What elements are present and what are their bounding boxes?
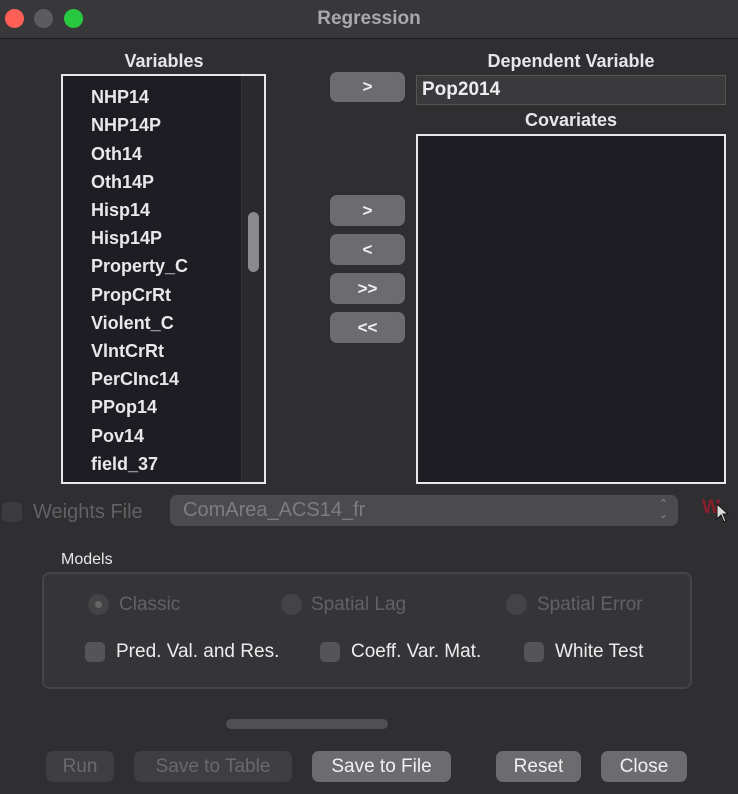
radio-spatial-error-label: Spatial Error [537,594,643,615]
covariates-list[interactable] [416,134,726,484]
select-arrows-icon: ⌃ ⌄ [658,498,668,521]
coeff-var-checkbox[interactable] [320,642,340,662]
save-to-table-button[interactable]: Save to Table [134,751,292,782]
set-dependent-button[interactable]: > [330,72,405,102]
dependent-variable-field[interactable]: Pop2014 [416,75,726,105]
weights-file-value: ComArea_ACS14_fr [183,499,366,521]
mouse-cursor-icon [716,502,730,528]
weights-file-checkbox[interactable] [2,502,22,522]
reset-button[interactable]: Reset [496,751,581,782]
variables-scrollbar[interactable] [241,76,264,482]
variable-list-item[interactable]: Property_C [91,256,188,277]
variable-list-item[interactable]: PPop14 [91,397,157,418]
models-label: Models [61,551,113,568]
dependent-variable-label: Dependent Variable [487,51,655,71]
variables-label: Variables [124,51,204,71]
close-button[interactable]: Close [601,751,687,782]
variable-list-item[interactable]: VlntCrRt [91,341,164,362]
variable-list-item[interactable]: Hisp14 [91,200,150,221]
add-covariate-button[interactable]: > [330,195,405,226]
variable-list-item[interactable]: NHP14 [91,87,149,108]
models-group: Classic Spatial Lag Spatial Error Pred. … [42,572,692,689]
window-title: Regression [317,8,421,29]
save-to-file-button[interactable]: Save to File [312,751,451,782]
radio-spatial-lag[interactable] [281,594,302,615]
radio-spatial-lag-label: Spatial Lag [311,594,407,615]
radio-classic-label: Classic [119,594,181,615]
title-bar: Regression [0,0,738,39]
remove-covariate-button[interactable]: < [330,234,405,265]
variable-list-item[interactable]: Pov14 [91,426,144,447]
variable-list-item[interactable]: Oth14P [91,172,154,193]
variable-list-item[interactable]: PropCrRt [91,285,171,306]
variable-list-item[interactable]: field_37 [91,454,158,475]
radio-spatial-error[interactable] [506,594,527,615]
variable-list-item[interactable]: Oth14 [91,144,142,165]
remove-all-covariates-button[interactable]: << [330,312,405,343]
scrollbar-thumb[interactable] [248,212,259,272]
variable-list-item[interactable]: Hisp14P [91,228,162,249]
variable-list-item[interactable]: NHP14P [91,115,161,136]
variable-list-item[interactable]: Violent_C [91,313,174,334]
variables-list[interactable]: AS14P NHP14 NHP14P Oth14 Oth14P Hisp14 Hisp14P… [61,74,266,484]
pred-val-checkbox[interactable] [85,642,105,662]
progress-bar [226,719,388,729]
pred-val-label: Pred. Val. and Res. [116,641,280,662]
weights-file-select[interactable]: ComArea_ACS14_fr ⌃ ⌄ [170,495,678,526]
white-test-checkbox[interactable] [524,642,544,662]
white-test-label: White Test [555,641,644,662]
covariates-label: Covariates [524,110,618,130]
variable-list-item[interactable]: AS14P [91,76,148,80]
variable-list-item[interactable]: PerCInc14 [91,369,179,390]
add-all-covariates-button[interactable]: >> [330,273,405,304]
weights-file-label: Weights File [33,501,143,523]
radio-classic[interactable] [88,594,109,615]
coeff-var-label: Coeff. Var. Mat. [351,641,482,662]
run-button[interactable]: Run [46,751,114,782]
